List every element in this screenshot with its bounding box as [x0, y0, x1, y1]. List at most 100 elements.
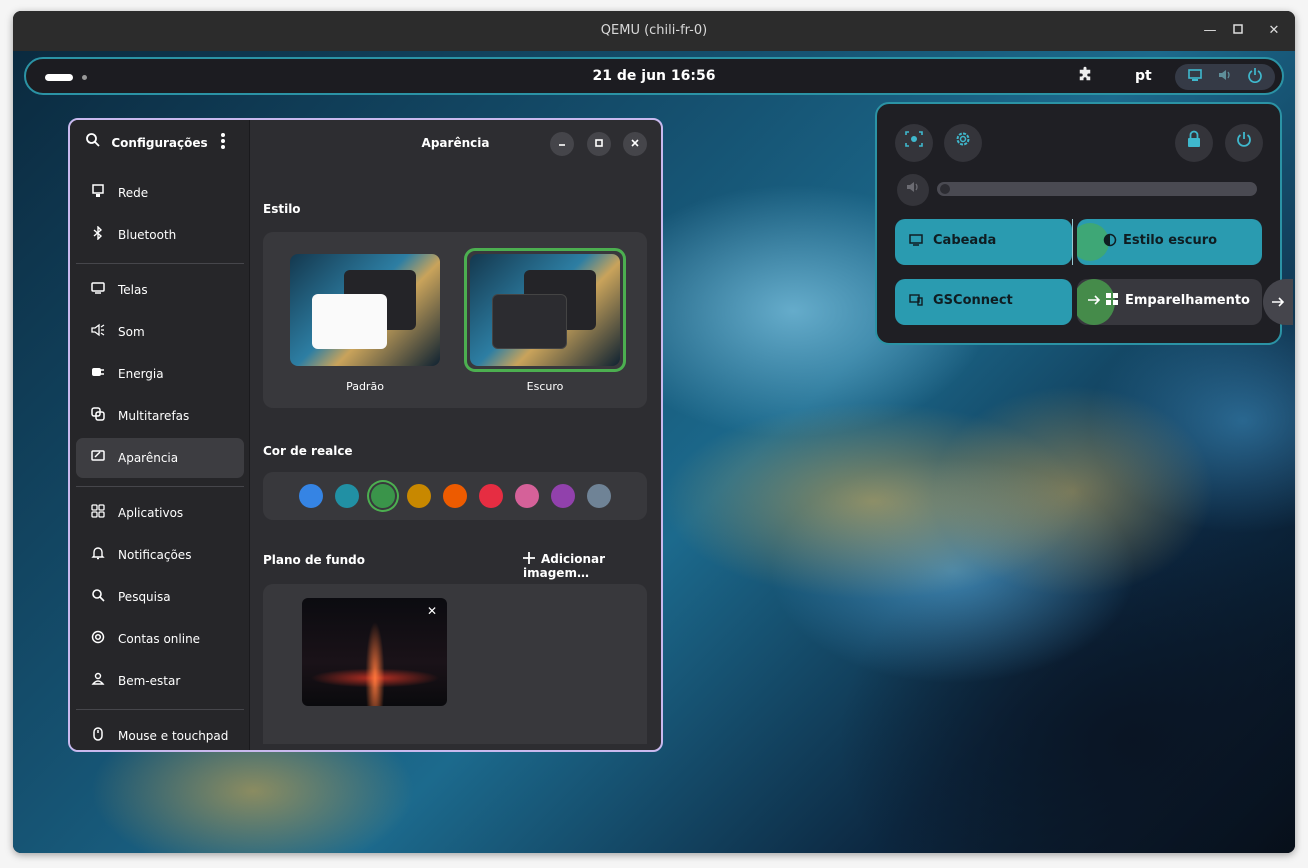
accent-color-swatch[interactable] — [551, 484, 575, 508]
power-plug-icon — [90, 365, 106, 381]
arrow-right-icon — [1087, 293, 1101, 311]
volume-slider[interactable] — [937, 182, 1257, 196]
sidebar-item-label: Bluetooth — [118, 228, 177, 242]
sidebar-divider — [76, 263, 244, 264]
maximize-icon — [1233, 24, 1243, 34]
sidebar-item-label: Aparência — [118, 451, 179, 465]
kebab-menu-icon — [221, 133, 225, 149]
style-section-label: Estilo — [263, 202, 301, 216]
network-wired-icon — [1187, 67, 1203, 87]
multitasking-icon — [90, 407, 106, 423]
main-menu-button[interactable] — [220, 132, 226, 154]
sidebar-item-aplicativos[interactable]: Aplicativos — [76, 493, 244, 533]
preview-window-light — [312, 294, 387, 349]
puzzle-icon — [1079, 66, 1091, 81]
style-option-dark[interactable] — [470, 254, 620, 366]
sidebar-item-label: Som — [118, 325, 145, 339]
volume-slider-knob[interactable] — [940, 184, 950, 194]
toggle-label: GSConnect — [933, 293, 1013, 308]
style-option-label: Padrão — [346, 380, 384, 393]
background-section-label: Plano de fundo — [263, 553, 366, 567]
settings-button[interactable] — [944, 124, 982, 162]
sidebar-header: Configurações — [70, 120, 249, 168]
accent-color-swatch[interactable] — [587, 484, 611, 508]
toggle-label: Cabeada — [933, 233, 997, 248]
extensions-icon[interactable] — [1076, 66, 1094, 89]
bluetooth-icon — [90, 225, 106, 242]
accent-color-swatch[interactable] — [299, 484, 323, 508]
keyboard-layout-indicator[interactable]: pt — [1135, 68, 1152, 84]
sidebar-item-multitarefas[interactable]: Multitarefas — [76, 396, 244, 436]
quick-settings-panel: Cabeada Estilo escuro GSConnect Emparelh… — [875, 102, 1293, 345]
add-image-label: Adicionar imagem… — [523, 552, 606, 580]
dark-style-icon — [1103, 233, 1117, 251]
maximize-button[interactable] — [587, 132, 611, 156]
network-wired-icon — [909, 233, 923, 251]
toggle-label: Emparelhamento — [1125, 293, 1250, 308]
appearance-page: Aparência Estilo Padrão Escuro Cor de re… — [250, 120, 661, 750]
minimize-button[interactable] — [550, 132, 574, 156]
sidebar-item-bem-estar[interactable]: Bem-estar — [76, 661, 244, 701]
settings-sidebar: Configurações Rede Bluetooth Telas Som E… — [70, 120, 250, 750]
settings-window: Configurações Rede Bluetooth Telas Som E… — [68, 118, 663, 752]
style-option-label: Escuro — [526, 380, 564, 393]
volume-button[interactable] — [897, 174, 929, 206]
close-button[interactable]: ✕ — [1265, 22, 1283, 40]
accent-color-swatch[interactable] — [371, 484, 395, 508]
close-icon — [631, 139, 639, 147]
sidebar-item-som[interactable]: Som — [76, 312, 244, 352]
accent-color-swatch[interactable] — [407, 484, 431, 508]
sidebar-item-contas-online[interactable]: Contas online — [76, 619, 244, 659]
toggle-emparelhamento[interactable]: Emparelhamento — [1077, 279, 1262, 325]
accent-color-swatch[interactable] — [479, 484, 503, 508]
accent-color-swatch[interactable] — [443, 484, 467, 508]
lock-button[interactable] — [1175, 124, 1213, 162]
sidebar-item-notificacoes[interactable]: Notificações — [76, 535, 244, 575]
sidebar-item-bluetooth[interactable]: Bluetooth — [76, 215, 244, 255]
sidebar-item-label: Aplicativos — [118, 506, 184, 520]
toggle-next-button[interactable] — [1263, 279, 1293, 325]
maximize-button[interactable] — [1229, 22, 1247, 40]
sidebar-item-mouse-touchpad[interactable]: Mouse e touchpad — [76, 716, 244, 750]
window-titlebar[interactable]: QEMU (chili-fr-0) — ✕ — [13, 11, 1295, 51]
gsconnect-icon — [909, 293, 923, 311]
page-header: Aparência — [250, 120, 661, 168]
sidebar-item-pesquisa[interactable]: Pesquisa — [76, 577, 244, 617]
sidebar-item-telas[interactable]: Telas — [76, 270, 244, 310]
sidebar-item-label: Telas — [118, 283, 148, 297]
gear-icon — [956, 132, 970, 146]
arrow-right-icon — [1272, 297, 1285, 307]
toggle-cabeada[interactable]: Cabeada — [895, 219, 1072, 265]
appearance-icon — [90, 449, 106, 465]
sidebar-divider — [76, 486, 244, 487]
screenshot-button[interactable] — [895, 124, 933, 162]
close-button[interactable] — [623, 132, 647, 156]
mouse-icon — [90, 727, 106, 743]
search-icon — [90, 588, 106, 604]
add-image-button[interactable]: Adicionar imagem… — [523, 552, 661, 580]
remove-wallpaper-icon[interactable]: ✕ — [427, 604, 437, 618]
sidebar-item-label: Bem-estar — [118, 674, 181, 688]
sidebar-item-label: Rede — [118, 186, 149, 200]
screenshot-icon — [905, 131, 923, 147]
power-icon — [1237, 132, 1251, 147]
power-button[interactable] — [1225, 124, 1263, 162]
minimize-button[interactable]: — — [1201, 22, 1219, 40]
style-card: Padrão Escuro — [263, 232, 647, 408]
sidebar-item-rede[interactable]: Rede — [76, 173, 244, 213]
toggle-gsconnect[interactable]: GSConnect — [895, 279, 1072, 325]
accent-color-swatch[interactable] — [335, 484, 359, 508]
minimize-icon — [559, 144, 565, 146]
sidebar-item-energia[interactable]: Energia — [76, 354, 244, 394]
toggle-estilo-escuro[interactable]: Estilo escuro — [1077, 219, 1262, 265]
bell-icon — [90, 546, 106, 562]
power-icon — [1247, 67, 1263, 87]
sidebar-item-aparencia[interactable]: Aparência — [76, 438, 244, 478]
wallpaper-thumbnail[interactable]: ✕ — [302, 598, 447, 706]
accent-section-label: Cor de realce — [263, 444, 353, 458]
display-icon — [90, 281, 106, 297]
system-menu[interactable] — [1175, 64, 1275, 90]
style-option-default[interactable] — [290, 254, 440, 366]
toggle-label: Estilo escuro — [1123, 233, 1218, 248]
accent-color-swatch[interactable] — [515, 484, 539, 508]
